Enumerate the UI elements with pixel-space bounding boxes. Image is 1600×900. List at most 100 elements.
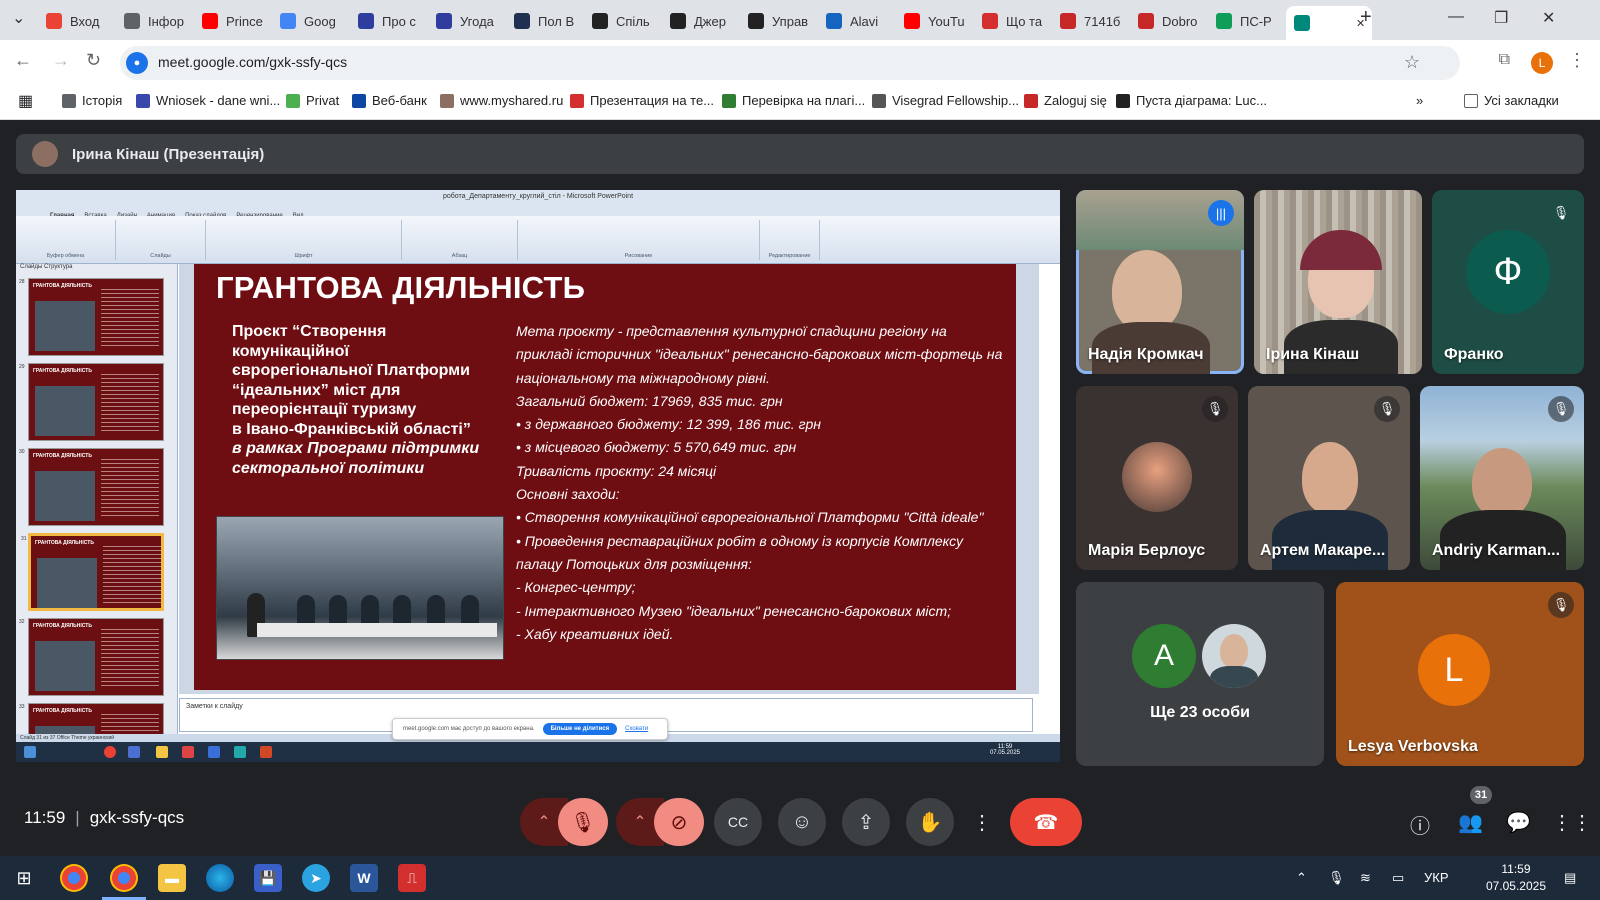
minimize-icon[interactable]: — (1448, 8, 1464, 26)
slide-thumbnail[interactable]: 28 ГРАНТОВА ДІЯЛЬНІСТЬ (19, 278, 164, 356)
url-text[interactable]: meet.google.com/gxk-ssfy-qcs (158, 54, 347, 70)
all-bookmarks[interactable]: Усі закладки (1464, 93, 1559, 108)
browser-tab[interactable]: Prince (194, 6, 270, 36)
tray-battery-icon[interactable]: ▭ (1392, 870, 1404, 886)
bookmark-item[interactable]: Веб-банк (352, 93, 427, 108)
omnibox[interactable]: ● meet.google.com/gxk-ssfy-qcs ☆ (120, 46, 1460, 80)
browser-menu-icon[interactable]: ⋮ (1568, 50, 1586, 71)
slide-thumbnail[interactable]: 31 ГРАНТОВА ДІЯЛЬНІСТЬ (21, 533, 164, 611)
raise-hand-button[interactable]: ✋ (906, 798, 954, 846)
bookmark-star-icon[interactable]: ☆ (1404, 52, 1420, 73)
browser-tab[interactable]: Управ (740, 6, 816, 36)
bookmark-item[interactable]: Visegrad Fellowship... (872, 93, 1019, 108)
apps-grid-icon[interactable]: ▦ (18, 91, 33, 111)
more-options-button[interactable]: ⋮ (962, 798, 1002, 846)
microphone-off-button[interactable]: 🎙︎ (558, 798, 608, 846)
edge-icon[interactable] (206, 864, 234, 892)
participant-tile-iryna[interactable]: Ірина Кінаш (1254, 190, 1422, 374)
browser-tab[interactable]: YouTu (896, 6, 972, 36)
bookmark-item[interactable]: Презентация на те... (570, 93, 714, 108)
participant-avatar: Ф (1466, 230, 1550, 314)
taskbar-clock[interactable]: 11:59 07.05.2025 (1486, 861, 1546, 895)
reload-icon[interactable]: ↻ (86, 50, 101, 71)
close-window-icon[interactable]: ✕ (1542, 8, 1555, 28)
tab-search-icon[interactable]: ⌄ (12, 8, 25, 28)
browser-tab[interactable]: Пол В (506, 6, 582, 36)
slide-thumbnail[interactable]: 29 ГРАНТОВА ДІЯЛЬНІСТЬ (19, 363, 164, 441)
slide-thumbnail[interactable]: 30 ГРАНТОВА ДІЯЛЬНІСТЬ (19, 448, 164, 526)
browser-tab[interactable]: 7141б (1052, 6, 1128, 36)
ribbon-group[interactable]: Шрифт (206, 220, 402, 260)
present-screen-button[interactable]: ⇪ (842, 798, 890, 846)
chat-icon[interactable]: 💬 (1506, 810, 1531, 835)
people-icon[interactable]: 👥 (1458, 810, 1483, 835)
stop-sharing-button[interactable]: Більше не ділитися (542, 723, 618, 735)
photo-table (257, 623, 497, 637)
tray-language[interactable]: УКР (1424, 870, 1449, 885)
participant-tile-andriy[interactable]: 🎙︎ Andriy Karman... (1420, 386, 1584, 570)
browser-tab[interactable]: Про с (350, 6, 426, 36)
tray-chevron-icon[interactable]: ⌃ (1296, 870, 1307, 886)
file-explorer-icon[interactable]: ▬ (158, 864, 186, 892)
bookmark-item[interactable]: Історія (62, 93, 122, 108)
tray-mic-icon[interactable]: 🎙︎ (1328, 870, 1345, 886)
notifications-icon[interactable]: ▤ (1564, 870, 1576, 886)
bookmark-item[interactable]: www.myshared.ru (440, 93, 563, 108)
browser-tab[interactable]: Dobro (1130, 6, 1206, 36)
browser-tab[interactable]: Що та (974, 6, 1050, 36)
shared-screen[interactable]: робота_Департаменту_круглий_стіл - Micro… (16, 190, 1060, 762)
profile-avatar[interactable]: L (1531, 52, 1553, 74)
ribbon-group[interactable]: Редактирование (760, 220, 820, 260)
participant-tile-mariya[interactable]: 🎙︎ Марія Берлоус (1076, 386, 1238, 570)
browser-tab[interactable]: Угода (428, 6, 504, 36)
participant-tile-franko[interactable]: 🎙︎ Ф Франко (1432, 190, 1584, 374)
ribbon-group[interactable]: Слайды (116, 220, 206, 260)
meeting-details-icon[interactable]: ⓘ (1410, 810, 1430, 839)
bookmark-item[interactable]: Перевірка на плагі... (722, 93, 865, 108)
slide-thumbnail[interactable]: 32 ГРАНТОВА ДІЯЛЬНІСТЬ (19, 618, 164, 696)
chrome-taskbar-icon[interactable] (60, 864, 88, 892)
mic-active-icon[interactable]: ● (126, 52, 148, 74)
tray-wifi-icon[interactable]: ≋ (1360, 870, 1371, 886)
bookmark-item[interactable]: Пуста діаграма: Luc... (1116, 93, 1267, 108)
forward-icon[interactable]: → (52, 50, 70, 71)
captions-button[interactable]: CC (714, 798, 762, 846)
ribbon-group[interactable]: Рисование (518, 220, 760, 260)
participant-tile-lesya[interactable]: 🎙︎ L Lesya Verbovska (1336, 582, 1584, 766)
hide-banner-link[interactable]: Сховати (625, 726, 648, 732)
extensions-icon[interactable]: ⧉ (1499, 51, 1510, 69)
more-participants-tile[interactable]: A Ще 23 особи (1076, 582, 1324, 766)
new-tab-button[interactable]: + (1360, 6, 1372, 29)
leave-call-button[interactable]: ☎ (1010, 798, 1082, 846)
inner-app-icon (128, 746, 140, 758)
pdf-reader-icon[interactable]: ⎍ (398, 864, 426, 892)
telegram-icon[interactable]: ➤ (302, 864, 330, 892)
browser-tab[interactable]: Goog (272, 6, 348, 36)
ribbon-group[interactable]: Буфер обмена (16, 220, 116, 260)
participant-tile-nadiya[interactable]: ||| Надія Кромкач (1076, 190, 1244, 374)
bookmark-label: Веб-банк (372, 93, 427, 108)
participant-name: Надія Кромкач (1088, 346, 1204, 363)
ribbon-group[interactable]: Абзац (402, 220, 518, 260)
windows-start-icon[interactable]: ⊞ (10, 864, 38, 892)
browser-tab[interactable]: Вход (38, 6, 114, 36)
chrome-active-taskbar-icon[interactable] (110, 864, 138, 892)
camera-off-button[interactable]: ⊘ (654, 798, 704, 846)
bookmark-item[interactable]: Zaloguj się (1024, 93, 1107, 108)
word-icon[interactable]: W (350, 864, 378, 892)
browser-tab[interactable]: Спіль (584, 6, 660, 36)
activities-icon[interactable]: ⋮⋮ (1552, 810, 1592, 835)
more-bookmarks-icon[interactable]: » (1416, 93, 1423, 108)
participant-tile-artem[interactable]: 🎙︎ Артем Макаре... (1248, 386, 1410, 570)
maximize-icon[interactable]: ❐ (1494, 8, 1508, 28)
browser-tab[interactable]: Alavi (818, 6, 894, 36)
browser-tab[interactable]: Інфор (116, 6, 192, 36)
bookmark-item[interactable]: Wniosek - dane wni... (136, 93, 280, 108)
app-taskbar-icon[interactable]: 💾 (254, 864, 282, 892)
bookmark-item[interactable]: Privat (286, 93, 339, 108)
browser-tab[interactable]: ПС-Р (1208, 6, 1284, 36)
inner-app-icon (234, 746, 246, 758)
browser-tab[interactable]: Джер (662, 6, 738, 36)
reactions-button[interactable]: ☺ (778, 798, 826, 846)
back-icon[interactable]: ← (14, 50, 32, 71)
